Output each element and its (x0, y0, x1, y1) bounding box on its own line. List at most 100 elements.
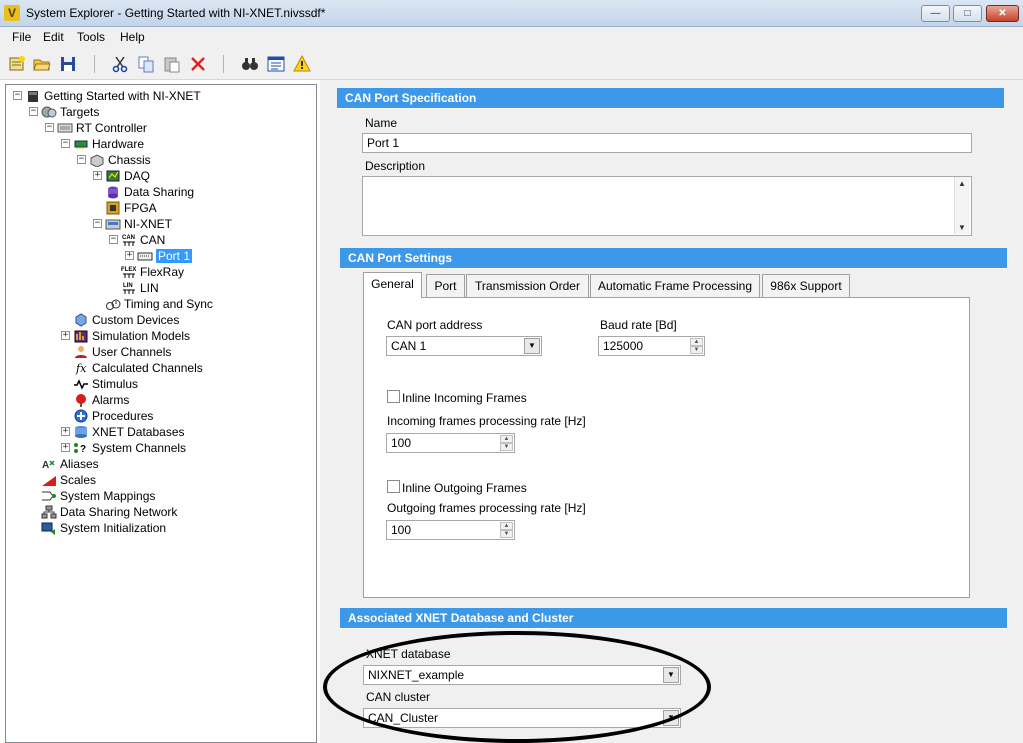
system-tree[interactable]: − Getting Started with NI-XNET − Targets −… (5, 84, 317, 743)
tree-item-scales[interactable]: Scales (41, 471, 96, 487)
decrement-icon[interactable]: ▼ (500, 530, 513, 538)
scroll-up-icon[interactable]: ▲ (958, 179, 966, 188)
incoming-rate-field[interactable]: 100 ▲ ▼ (386, 433, 515, 453)
expand-icon[interactable]: + (125, 251, 134, 261)
name-field[interactable]: Port 1 (362, 133, 972, 153)
maximize-button[interactable]: □ (953, 5, 982, 22)
description-scrollbar[interactable]: ▲ ▼ (954, 177, 970, 234)
warning-icon[interactable] (293, 54, 311, 73)
copy-icon[interactable] (137, 55, 155, 73)
open-icon[interactable] (33, 55, 51, 73)
increment-icon[interactable]: ▲ (500, 522, 513, 530)
tree-item-calculated-channels[interactable]: fx Calculated Channels (73, 359, 203, 375)
tree-item-chassis[interactable]: − Chassis (77, 151, 151, 168)
tree-item-fpga[interactable]: FPGA (105, 199, 157, 215)
tab-transmission-order[interactable]: Transmission Order (466, 274, 589, 298)
outgoing-rate-field[interactable]: 100 ▲ ▼ (386, 520, 515, 540)
tab-automatic-frame-processing[interactable]: Automatic Frame Processing (590, 274, 760, 298)
expand-icon[interactable]: + (93, 171, 102, 181)
port-address-select[interactable]: CAN 1 ▼ (386, 336, 542, 356)
tree-item-ni-xnet[interactable]: − NI-XNET (93, 215, 172, 231)
tree-item-flexray[interactable]: FLEX FlexRay (121, 263, 184, 279)
tree-item-lin[interactable]: LIN LIN (121, 279, 159, 295)
tree-item-data-sharing[interactable]: Data Sharing (105, 183, 194, 199)
baud-rate-field[interactable]: 125000 ▲ ▼ (598, 336, 705, 356)
data-sharing-icon (105, 185, 121, 199)
find-icon[interactable] (241, 55, 259, 73)
collapse-icon[interactable]: − (61, 139, 70, 149)
daq-icon (105, 169, 121, 183)
tree-item-project[interactable]: − Getting Started with NI-XNET (13, 87, 201, 103)
new-icon[interactable] (8, 55, 26, 73)
lin-icon: LIN (121, 281, 137, 295)
tree-item-procedures[interactable]: Procedures (73, 407, 153, 423)
can-cluster-label: CAN cluster (366, 690, 431, 704)
stimulus-icon (73, 377, 89, 391)
collapse-icon[interactable]: − (109, 235, 118, 245)
tree-item-alarms[interactable]: Alarms (73, 391, 129, 407)
tree-item-stimulus[interactable]: Stimulus (73, 375, 138, 391)
tree-item-user-channels[interactable]: User Channels (73, 343, 171, 359)
expand-icon[interactable]: + (61, 443, 70, 453)
tree-item-targets[interactable]: − Targets (29, 103, 99, 119)
data-sharing-network-icon (41, 505, 57, 519)
outgoing-rate-stepper[interactable]: ▲ ▼ (500, 522, 513, 538)
inline-outgoing-checkbox[interactable] (387, 480, 400, 493)
xnet-database-select[interactable]: NIXNET_example ▼ (363, 665, 681, 685)
increment-icon[interactable]: ▲ (690, 338, 703, 346)
paste-icon[interactable] (163, 55, 181, 73)
tree-item-port-1[interactable]: + Port 1 (125, 247, 193, 263)
properties-icon[interactable] (267, 55, 285, 73)
can-cluster-select[interactable]: CAN_Cluster ▼ (363, 708, 681, 728)
save-icon[interactable] (59, 55, 77, 73)
baud-rate-stepper[interactable]: ▲ ▼ (690, 338, 703, 354)
description-field[interactable] (362, 176, 972, 236)
tree-item-system-channels[interactable]: +? System Channels (61, 439, 186, 455)
menu-tools[interactable]: Tools (77, 30, 105, 44)
dropdown-arrow-icon[interactable]: ▼ (524, 338, 540, 354)
minimize-button[interactable]: — (921, 5, 950, 22)
tree-item-rt-controller[interactable]: − RT Controller (45, 119, 147, 135)
app-icon: V (4, 5, 20, 21)
close-button[interactable]: ✕ (986, 5, 1019, 22)
collapse-icon[interactable]: − (29, 107, 38, 117)
tree-item-system-initialization[interactable]: System Initialization (41, 519, 166, 535)
tree-item-daq[interactable]: + DAQ (93, 167, 150, 183)
decrement-icon[interactable]: ▼ (500, 443, 513, 451)
tree-item-aliases[interactable]: A Aliases (41, 455, 99, 471)
incoming-rate-stepper[interactable]: ▲ ▼ (500, 435, 513, 451)
menu-edit[interactable]: Edit (43, 30, 64, 44)
collapse-icon[interactable]: − (45, 123, 54, 133)
menu-file[interactable]: File (12, 30, 31, 44)
toolbar (0, 47, 1023, 80)
collapse-icon[interactable]: − (13, 91, 22, 101)
inline-incoming-checkbox[interactable] (387, 390, 400, 403)
tree-item-hardware[interactable]: − Hardware (61, 135, 144, 151)
scroll-down-icon[interactable]: ▼ (958, 223, 966, 232)
system-mappings-icon (41, 489, 57, 503)
inline-incoming-label: Inline Incoming Frames (402, 391, 527, 405)
menu-help[interactable]: Help (120, 30, 145, 44)
dropdown-arrow-icon[interactable]: ▼ (663, 667, 679, 683)
decrement-icon[interactable]: ▼ (690, 346, 703, 354)
tab-986x-support[interactable]: 986x Support (762, 274, 850, 298)
tree-item-simulation-models[interactable]: + Simulation Models (61, 327, 190, 343)
tree-item-timing-and-sync[interactable]: Timing and Sync (105, 295, 213, 311)
xnet-icon (105, 217, 121, 231)
collapse-icon[interactable]: − (93, 219, 102, 229)
collapse-icon[interactable]: − (77, 155, 86, 165)
increment-icon[interactable]: ▲ (500, 435, 513, 443)
tab-port[interactable]: Port (426, 274, 465, 298)
tab-general[interactable]: General (363, 272, 422, 298)
tree-item-xnet-databases[interactable]: + XNET Databases (61, 423, 185, 439)
tree-item-data-sharing-network[interactable]: Data Sharing Network (41, 503, 177, 519)
cut-icon[interactable] (111, 55, 129, 73)
tree-item-custom-devices[interactable]: Custom Devices (73, 311, 179, 327)
tree-item-can[interactable]: − CAN CAN (109, 231, 165, 247)
outgoing-rate-label: Outgoing frames processing rate [Hz] (387, 501, 586, 515)
dropdown-arrow-icon[interactable]: ▼ (663, 710, 679, 726)
tree-item-system-mappings[interactable]: System Mappings (41, 487, 155, 503)
expand-icon[interactable]: + (61, 331, 70, 341)
expand-icon[interactable]: + (61, 427, 70, 437)
delete-icon[interactable] (189, 55, 207, 73)
